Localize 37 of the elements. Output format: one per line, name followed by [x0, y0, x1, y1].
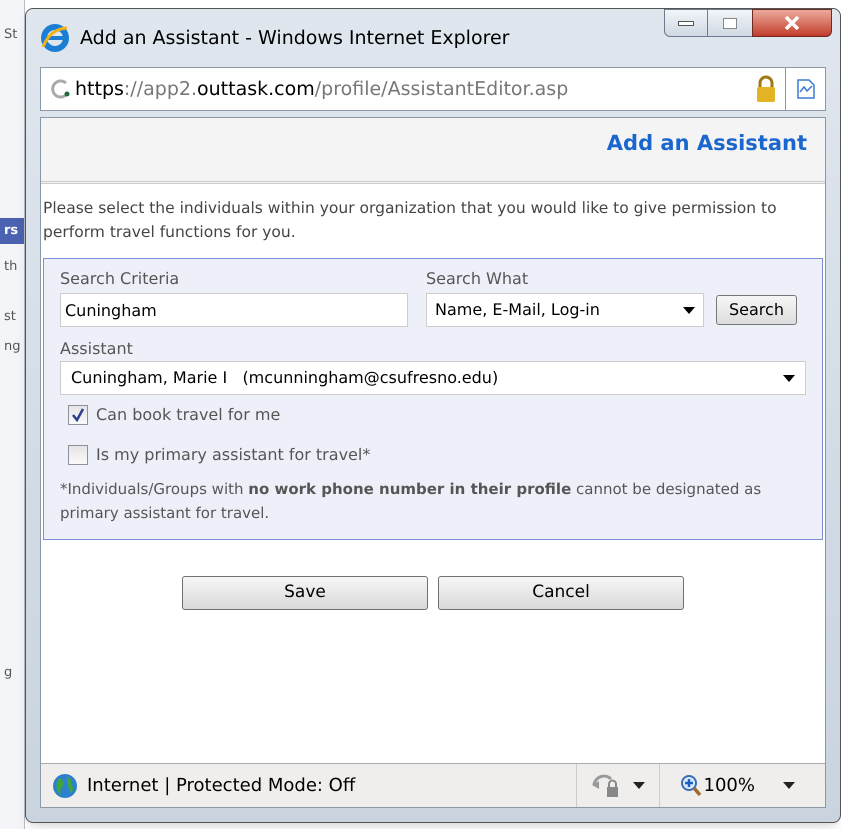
- caret-icon: [783, 374, 795, 382]
- page-heading: Add an Assistant: [606, 130, 807, 157]
- minimize-button[interactable]: [664, 9, 708, 37]
- zoom-level-text: 100%: [704, 774, 755, 798]
- caret-icon: [683, 306, 695, 314]
- note-text: *Individuals/Groups with no work phone number in their profile cannot be designated as primary assistant for travel.: [60, 479, 762, 524]
- close-icon: [784, 16, 800, 30]
- background-page-text: ng: [3, 338, 22, 356]
- field-label: Search Criteria: [60, 268, 180, 290]
- search-button[interactable]: Search: [716, 295, 797, 325]
- zoom-icon[interactable]: [680, 774, 702, 798]
- caret-icon[interactable]: [632, 782, 645, 789]
- security-status-icon[interactable]: [590, 772, 621, 798]
- maximize-button[interactable]: [708, 9, 752, 37]
- field-label: Search What: [426, 268, 530, 290]
- checkbox-label: Is my primary assistant for travel*: [96, 444, 370, 466]
- checkbox[interactable]: [68, 405, 88, 425]
- security-zone-text: Internet | Protected Mode: Off: [87, 774, 356, 798]
- dialog-button[interactable]: Cancel: [438, 576, 684, 610]
- background-page-text: St: [3, 26, 18, 44]
- dialog-button[interactable]: Save: [182, 576, 428, 610]
- checkbox[interactable]: [68, 445, 88, 465]
- checkbox-label: Can book travel for me: [96, 404, 280, 426]
- background-page-text: th: [3, 258, 18, 276]
- background-page-text: g: [3, 664, 14, 682]
- intro-text: Please select the individuals within your organization that you would like to give permission to perform travel functions for you.: [42, 198, 778, 243]
- window-title: Add an Assistant - Windows Internet Explorer: [80, 26, 510, 51]
- background-page-text: st: [3, 308, 17, 326]
- field-label: Assistant: [60, 338, 134, 360]
- background-page-text: rs: [0, 218, 24, 244]
- search-what-dropdown[interactable]: Name, E-Mail, Log-in: [426, 293, 704, 327]
- close-button[interactable]: [752, 9, 832, 37]
- caret-icon[interactable]: [783, 782, 795, 789]
- search-criteria-field[interactable]: Cuningham: [60, 293, 408, 327]
- browser-logo-icon: [40, 23, 70, 53]
- globe-icon: [51, 772, 79, 800]
- assistant-dropdown[interactable]: Cuningham, Marie I (mcunningham@csufresno.edu): [60, 361, 806, 395]
